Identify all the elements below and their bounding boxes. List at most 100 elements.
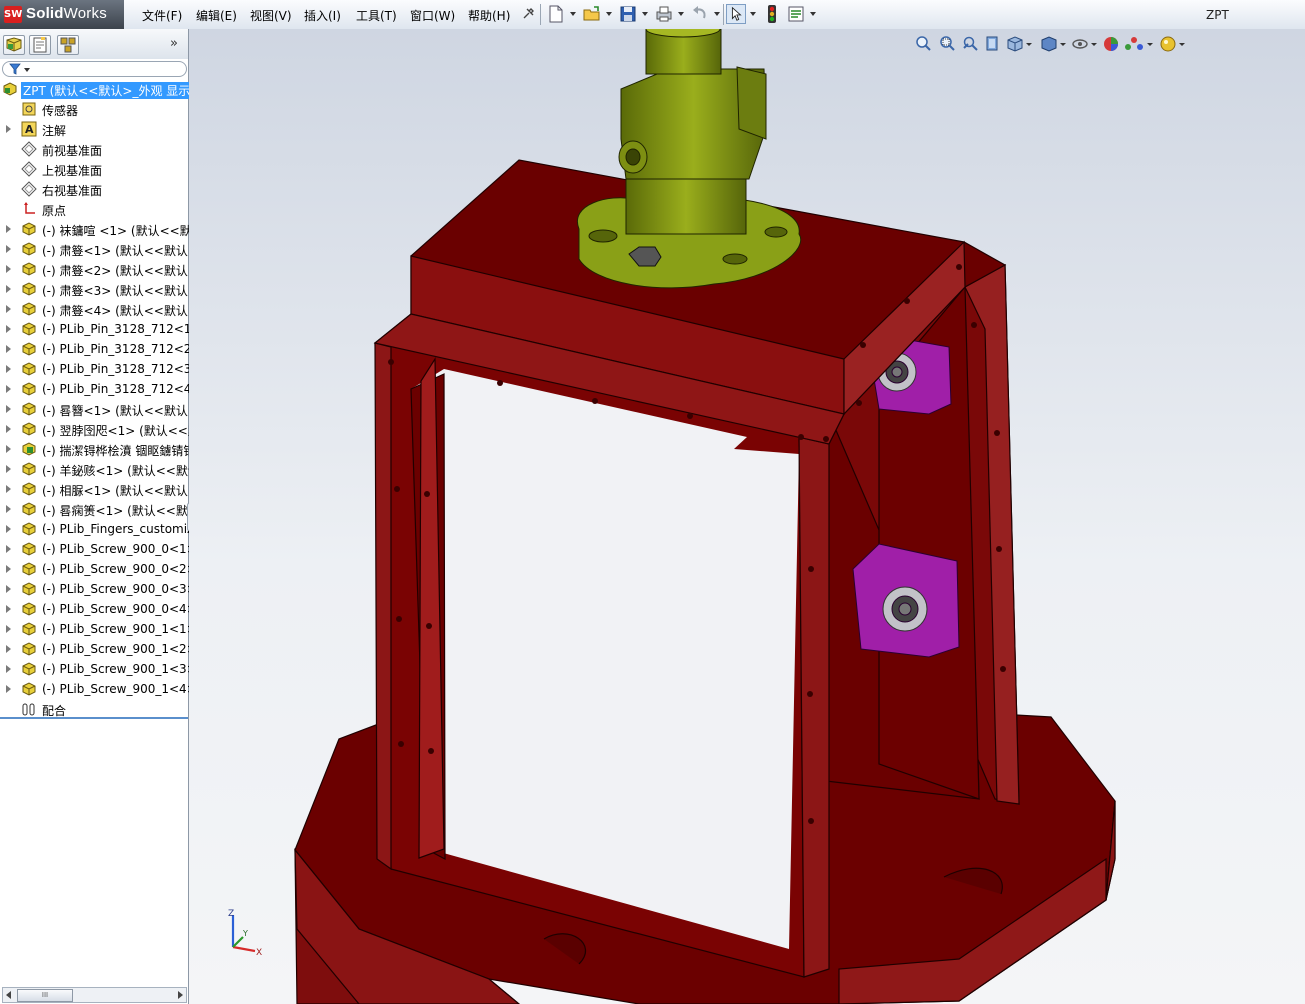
tree-item[interactable]: (-) 晷痫箦<1> (默认<<默认 xyxy=(0,499,200,519)
menu-window[interactable]: 窗口(W) xyxy=(410,7,455,24)
tree-item[interactable]: 右视基准面 xyxy=(0,179,188,199)
expand-arrow-icon[interactable] xyxy=(6,485,14,493)
scroll-left-icon[interactable] xyxy=(6,991,11,999)
expand-arrow-icon[interactable] xyxy=(6,265,14,273)
open-dropdown-icon[interactable] xyxy=(606,12,612,16)
menu-help[interactable]: 帮助(H) xyxy=(468,7,510,24)
horizontal-scrollbar[interactable]: III xyxy=(2,987,187,1003)
graphics-area[interactable]: Z Y X xyxy=(189,29,1305,1004)
expand-arrow-icon[interactable] xyxy=(6,465,14,473)
tree-item[interactable]: A 注解 xyxy=(0,119,188,139)
assembly-3d-model[interactable] xyxy=(189,29,1305,1004)
tree-filter-input[interactable] xyxy=(2,61,187,77)
gripper-head[interactable] xyxy=(576,29,802,289)
tree-item[interactable]: 原点 xyxy=(0,199,188,219)
tree-item[interactable]: (-) 羊鉍赅<1> (默认<<默认 xyxy=(0,459,200,479)
tree-item[interactable]: (-) PLib_Pin_3128_712<2> xyxy=(0,339,201,359)
scroll-thumb[interactable]: III xyxy=(17,989,73,1002)
tree-item[interactable]: (-) PLib_Screw_900_0<3> xyxy=(0,579,197,599)
tree-item[interactable]: (-) 袜鏞喧 <1> (默认<<默 xyxy=(0,219,192,239)
tree-item[interactable]: 上视基准面 xyxy=(0,159,188,179)
expand-arrow-icon[interactable] xyxy=(6,325,14,333)
save-dropdown-icon[interactable] xyxy=(642,12,648,16)
expand-arrow-icon[interactable] xyxy=(6,545,14,553)
expand-arrow-icon[interactable] xyxy=(6,305,14,313)
tree-item[interactable]: 传感器 xyxy=(0,99,188,119)
scroll-right-icon[interactable] xyxy=(178,991,183,999)
solidworks-logo[interactable]: SW SolidWorks xyxy=(0,0,124,29)
tree-item[interactable]: (-) PLib_Screw_900_0<4> xyxy=(0,599,197,619)
expand-arrow-icon[interactable] xyxy=(6,585,14,593)
tree-item-label: (-) 肃簦<2> (默认<<默认> xyxy=(42,264,198,278)
options-dropdown-icon[interactable] xyxy=(810,12,816,16)
tree-item[interactable]: (-) PLib_Screw_900_1<2> xyxy=(0,639,197,659)
rebuild-traffic-light-icon[interactable] xyxy=(762,4,782,24)
tree-item[interactable]: (-) PLib_Pin_3128_712<3> xyxy=(0,359,201,379)
select-arrow-icon[interactable] xyxy=(726,4,746,24)
tree-item[interactable]: 配合 xyxy=(0,699,188,719)
tree-item[interactable]: (-) 揣潔锝桦桧濆 锢眍鐪锖锖 xyxy=(0,439,195,459)
clamp-lower[interactable] xyxy=(852,543,960,658)
tree-item[interactable]: (-) PLib_Screw_900_0<1> xyxy=(0,539,197,559)
tree-item-label: (-) PLib_Screw_900_1<1> xyxy=(42,622,197,636)
tree-item[interactable]: 前视基准面 xyxy=(0,139,188,159)
tree-item[interactable]: (-) PLib_Screw_900_0<2> xyxy=(0,559,197,579)
expand-arrow-icon[interactable] xyxy=(6,505,14,513)
expand-arrow-icon[interactable] xyxy=(6,365,14,373)
tree-item[interactable]: (-) PLib_Screw_900_1<3> xyxy=(0,659,197,679)
undo-icon[interactable] xyxy=(690,4,710,24)
print-dropdown-icon[interactable] xyxy=(678,12,684,16)
open-folder-icon[interactable] xyxy=(582,4,602,24)
tree-item[interactable]: (-) PLib_Screw_900_1<4> xyxy=(0,679,197,699)
new-document-icon[interactable] xyxy=(546,4,566,24)
menu-file[interactable]: 文件(F) xyxy=(142,7,182,24)
tree-item[interactable]: (-) PLib_Pin_3128_712<4> xyxy=(0,379,201,399)
expand-arrow-icon[interactable] xyxy=(6,245,14,253)
tree-item-label: (-) PLib_Screw_900_0<2> xyxy=(42,562,197,576)
expand-arrow-icon[interactable] xyxy=(6,445,14,453)
expand-arrow-icon[interactable] xyxy=(6,645,14,653)
tree-item[interactable]: (-) 肃簦<2> (默认<<默认> xyxy=(0,259,198,279)
expand-arrow-icon[interactable] xyxy=(6,625,14,633)
tree-item[interactable]: (-) 晷簪<1> (默认<<默认> xyxy=(0,399,198,419)
tree-item[interactable]: (-) PLib_Pin_3128_712<1> xyxy=(0,319,201,339)
save-icon[interactable] xyxy=(618,4,638,24)
expand-arrow-icon[interactable] xyxy=(6,605,14,613)
options-icon[interactable] xyxy=(786,4,806,24)
expand-arrow-icon[interactable] xyxy=(6,405,14,413)
pin-menu-icon[interactable] xyxy=(520,6,536,22)
tree-item[interactable]: (-) 肃簦<4> (默认<<默认> xyxy=(0,299,198,319)
tree-item-label: (-) 肃簦<4> (默认<<默认> xyxy=(42,304,198,318)
expand-arrow-icon[interactable] xyxy=(6,425,14,433)
expand-arrow-icon[interactable] xyxy=(6,565,14,573)
tree-item[interactable]: ZPT (默认<<默认>_外观 显示 xyxy=(0,79,193,99)
expand-arrow-icon[interactable] xyxy=(6,125,14,133)
undo-dropdown-icon[interactable] xyxy=(714,12,720,16)
expand-arrow-icon[interactable] xyxy=(6,385,14,393)
tree-item[interactable]: (-) 翌脖囹咫<1> (默认<<默 xyxy=(0,419,200,439)
expand-arrow-icon[interactable] xyxy=(6,345,14,353)
menu-tools[interactable]: 工具(T) xyxy=(356,7,397,24)
configuration-manager-tab[interactable] xyxy=(57,35,79,55)
tree-item[interactable]: (-) 肃簦<1> (默认<<默认> xyxy=(0,239,198,259)
menu-insert[interactable]: 插入(I) xyxy=(304,7,341,24)
menu-view[interactable]: 视图(V) xyxy=(250,7,292,24)
menu-edit[interactable]: 编辑(E) xyxy=(196,7,237,24)
expand-arrow-icon[interactable] xyxy=(6,285,14,293)
tree-item[interactable]: (-) 相脲<1> (默认<<默认> xyxy=(0,479,198,499)
new-dropdown-icon[interactable] xyxy=(570,12,576,16)
part-icon xyxy=(21,261,37,277)
select-dropdown-icon[interactable] xyxy=(750,12,756,16)
tree-item[interactable]: (-) PLib_Screw_900_1<1> xyxy=(0,619,197,639)
feature-manager-tab[interactable] xyxy=(3,35,25,55)
property-manager-tab[interactable] xyxy=(29,35,51,55)
expand-arrow-icon[interactable] xyxy=(6,525,14,533)
print-icon[interactable] xyxy=(654,4,674,24)
part-icon xyxy=(21,521,37,537)
expand-panel-icon[interactable]: » xyxy=(170,36,178,51)
expand-arrow-icon[interactable] xyxy=(6,685,14,693)
expand-arrow-icon[interactable] xyxy=(6,665,14,673)
tree-item[interactable]: (-) 肃簦<3> (默认<<默认> xyxy=(0,279,198,299)
tree-item[interactable]: (-) PLib_Fingers_customiz xyxy=(0,519,193,539)
expand-arrow-icon[interactable] xyxy=(6,225,14,233)
